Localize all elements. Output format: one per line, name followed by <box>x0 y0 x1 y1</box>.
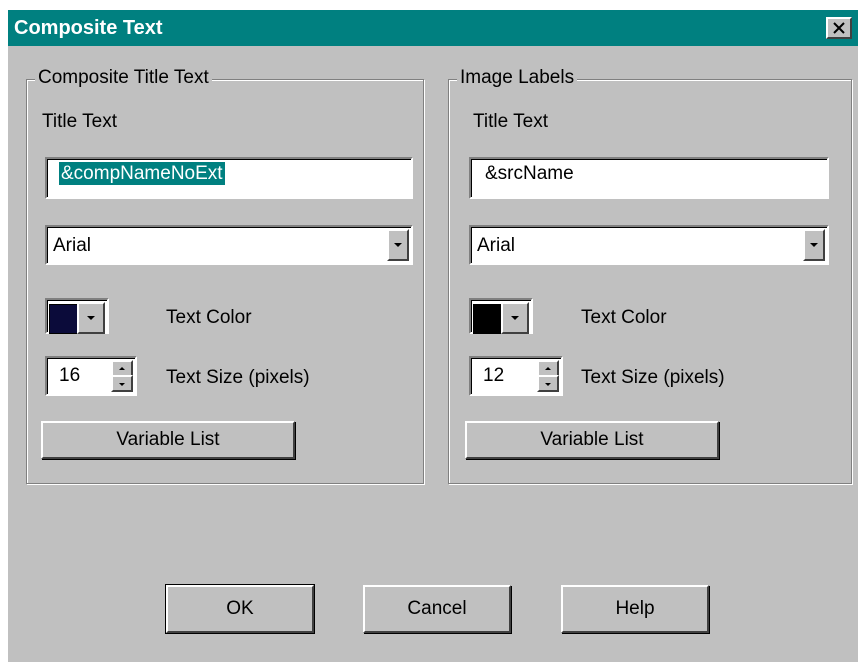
text-color-picker[interactable] <box>45 298 109 334</box>
color-dropdown-button[interactable] <box>77 302 105 334</box>
composite-text-dialog: Composite Text Composite Title Text Titl… <box>6 8 858 662</box>
font-select[interactable]: Arial <box>469 225 829 265</box>
text-color-label: Text Color <box>581 307 667 328</box>
text-size-spinner[interactable]: 16 <box>45 356 137 396</box>
ok-button[interactable]: OK <box>165 584 315 634</box>
text-size-value: 16 <box>59 365 81 386</box>
font-select-value: Arial <box>477 235 516 256</box>
help-button[interactable]: Help <box>561 585 709 633</box>
chevron-down-icon <box>511 316 519 320</box>
chevron-down-icon <box>87 316 95 320</box>
title-text-value: &srcName <box>485 163 574 184</box>
text-color-label: Text Color <box>166 307 252 328</box>
close-button[interactable] <box>826 17 852 39</box>
arrow-up-icon <box>119 366 125 370</box>
chevron-down-icon <box>394 243 402 247</box>
image-labels-group: Image Labels Title Text &srcName Arial T… <box>448 67 852 484</box>
font-dropdown-button[interactable] <box>387 229 409 261</box>
text-size-spinner[interactable]: 12 <box>469 356 563 396</box>
text-size-value: 12 <box>483 365 505 386</box>
composite-title-text-group: Composite Title Text Title Text &compNam… <box>26 67 424 484</box>
close-icon <box>833 22 845 34</box>
font-select-value: Arial <box>53 235 92 256</box>
text-size-label: Text Size (pixels) <box>581 367 725 388</box>
font-select[interactable]: Arial <box>45 225 413 265</box>
text-size-label: Text Size (pixels) <box>166 367 310 388</box>
title-text-input[interactable]: &compNameNoExt <box>45 157 413 199</box>
arrow-down-icon <box>119 382 125 386</box>
chevron-down-icon <box>810 243 818 247</box>
spin-down-button[interactable] <box>111 375 133 392</box>
text-color-picker[interactable] <box>469 298 533 334</box>
arrow-up-icon <box>545 366 551 370</box>
arrow-down-icon <box>545 382 551 386</box>
title-bar: Composite Text <box>8 10 858 46</box>
title-text-label: Title Text <box>473 111 548 132</box>
color-dropdown-button[interactable] <box>501 302 529 334</box>
spin-down-button[interactable] <box>537 375 559 392</box>
window-title: Composite Text <box>14 17 163 39</box>
cancel-button[interactable]: Cancel <box>363 585 511 633</box>
font-dropdown-button[interactable] <box>803 229 825 261</box>
title-text-value: &compNameNoExt <box>59 162 225 185</box>
title-text-input[interactable]: &srcName <box>469 157 829 199</box>
variable-list-button[interactable]: Variable List <box>465 421 719 459</box>
group-label: Composite Title Text <box>35 67 212 89</box>
variable-list-button[interactable]: Variable List <box>41 421 295 459</box>
group-label: Image Labels <box>457 67 578 89</box>
title-text-label: Title Text <box>42 111 117 132</box>
